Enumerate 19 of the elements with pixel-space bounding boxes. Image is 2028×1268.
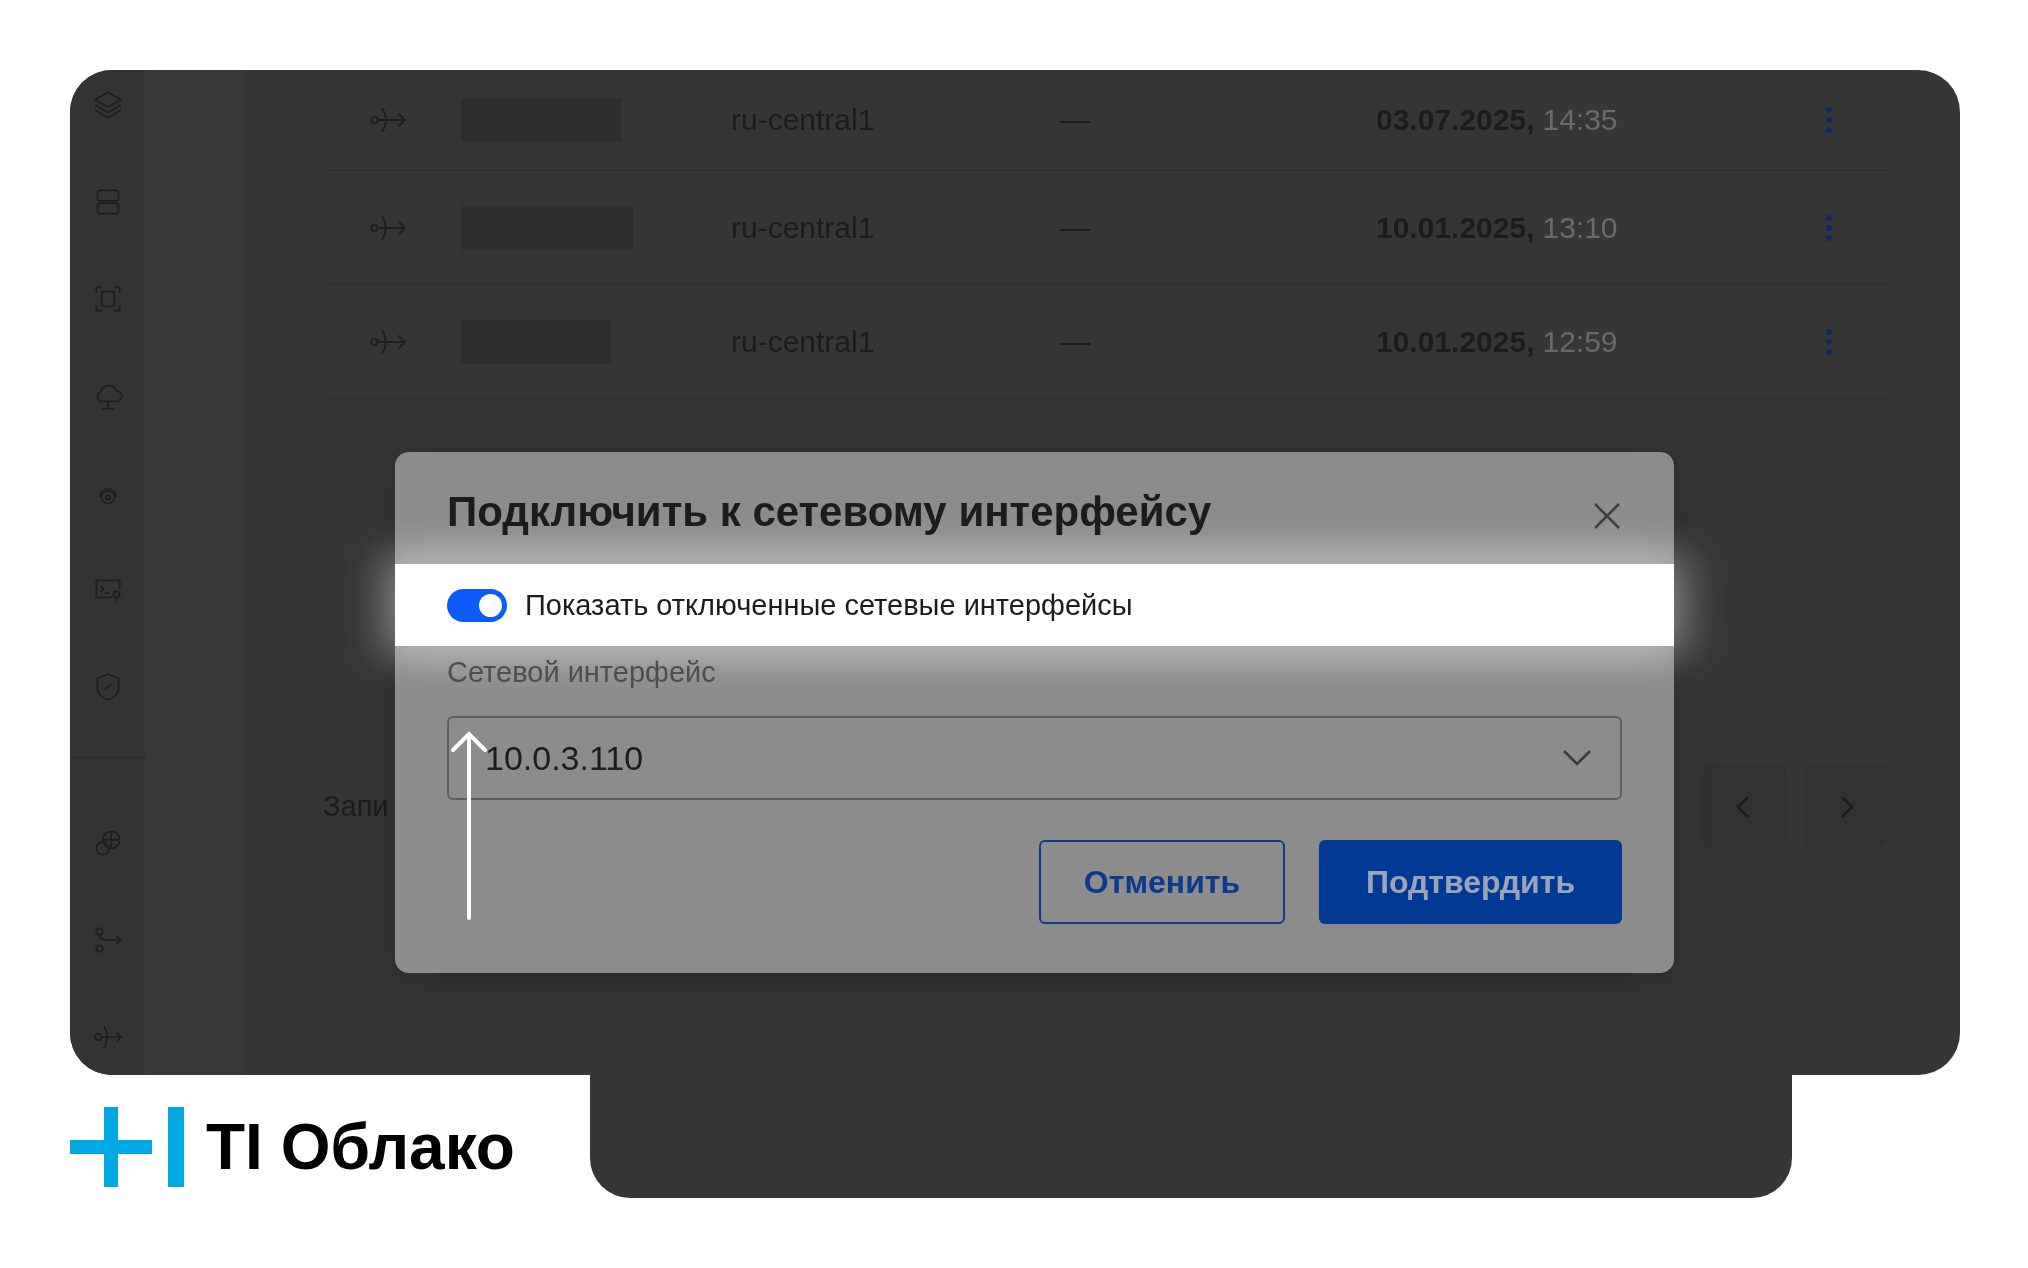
interface-select[interactable]: 10.0.3.110 (447, 716, 1622, 800)
dialog-button[interactable]: Подтвердить (1319, 840, 1622, 924)
dialog-title: Подключить к сетевому интерфейсу (447, 488, 1212, 536)
more-icon[interactable] (1825, 106, 1833, 134)
previous-page-button[interactable] (1702, 764, 1786, 849)
table-cell: — (1060, 210, 1090, 245)
toggle-switch[interactable] (447, 588, 507, 622)
logo-text: TI Облако (206, 1109, 515, 1184)
close-icon[interactable] (1592, 501, 1622, 531)
table-cell: — (1060, 324, 1090, 359)
field-label: Сетевой интерфейс (447, 656, 717, 690)
dialog-button[interactable]: Отменить (1039, 840, 1285, 924)
toggle-label: Показать отключенные сетевые интерфейсы (525, 588, 1133, 622)
next-page-button[interactable] (1804, 764, 1888, 849)
more-icon[interactable] (1825, 327, 1833, 356)
table-cell: — (1060, 103, 1090, 137)
chevron-down-icon (1562, 749, 1592, 767)
logo-mark-icon (70, 1106, 184, 1187)
more-icon[interactable] (1825, 213, 1833, 242)
